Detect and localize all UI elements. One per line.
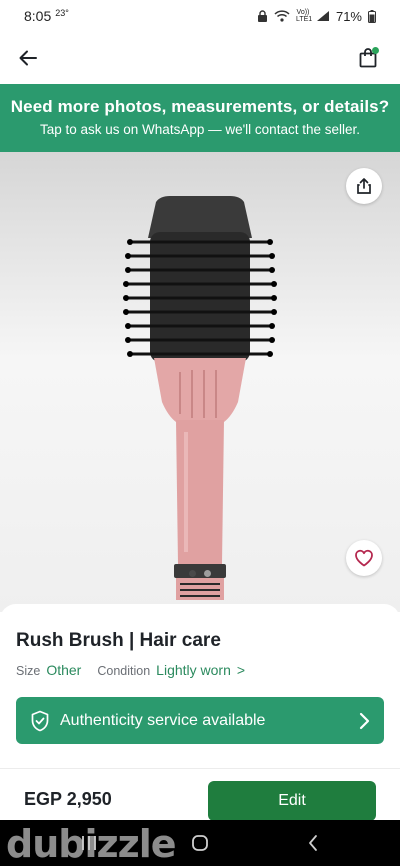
condition-value[interactable]: Lightly worn — [156, 662, 231, 678]
status-temperature: 23° — [55, 8, 69, 18]
system-nav-bar: dubizzle — [0, 820, 400, 866]
gallery-dot-1[interactable] — [189, 570, 196, 577]
chevron-right-icon — [359, 712, 370, 729]
share-icon — [357, 178, 371, 194]
system-back-button[interactable] — [298, 832, 328, 854]
authenticity-button[interactable]: Authenticity service available — [16, 697, 384, 744]
signal-icon — [316, 10, 330, 22]
condition-chevron-icon[interactable]: > — [237, 662, 245, 678]
recent-apps-button[interactable] — [74, 832, 104, 854]
wifi-icon — [274, 10, 290, 22]
battery-percent: 71% — [335, 8, 362, 24]
chevron-left-icon — [309, 835, 317, 851]
status-time: 8:05 — [24, 8, 52, 24]
lock-icon — [257, 10, 268, 22]
app-bar — [0, 32, 400, 84]
arrow-left-icon — [19, 50, 37, 66]
recent-apps-icon — [82, 836, 96, 850]
battery-icon — [368, 9, 376, 23]
share-button[interactable] — [346, 168, 382, 204]
listing-details: Rush Brush | Hair care Size Other Condit… — [0, 604, 400, 768]
purchase-bar: EGP 2,950 Edit — [0, 768, 400, 821]
volte-indicator: Vo)) LTE1 — [295, 9, 313, 23]
authenticity-label: Authenticity service available — [60, 711, 266, 729]
listing-meta: Size Other Condition Lightly worn > — [16, 662, 245, 678]
banner-title: Need more photos, measurements, or detai… — [10, 97, 390, 116]
notification-dot — [372, 47, 379, 54]
condition-label: Condition — [97, 664, 151, 678]
status-bar: 8:05 23° Vo)) LTE1 71% — [0, 0, 400, 32]
heart-icon — [355, 549, 373, 567]
price: EGP 2,950 — [24, 789, 112, 809]
cart-button[interactable] — [354, 44, 382, 72]
whatsapp-banner[interactable]: Need more photos, measurements, or detai… — [0, 84, 400, 152]
gallery-dot-2[interactable] — [204, 570, 211, 577]
home-icon — [192, 835, 208, 851]
back-button[interactable] — [14, 44, 42, 72]
size-label: Size — [16, 664, 41, 678]
status-indicators: Vo)) LTE1 71% — [257, 9, 376, 24]
listing-title: Rush Brush | Hair care — [16, 630, 221, 651]
gallery-pagination — [0, 570, 400, 577]
home-button[interactable] — [185, 832, 215, 854]
size-value: Other — [46, 662, 82, 678]
image-gallery[interactable] — [0, 152, 400, 612]
shield-check-icon — [31, 710, 49, 731]
edit-button[interactable]: Edit — [208, 781, 376, 821]
banner-subtitle: Tap to ask us on WhatsApp — we'll contac… — [40, 122, 360, 137]
product-image — [123, 196, 277, 600]
